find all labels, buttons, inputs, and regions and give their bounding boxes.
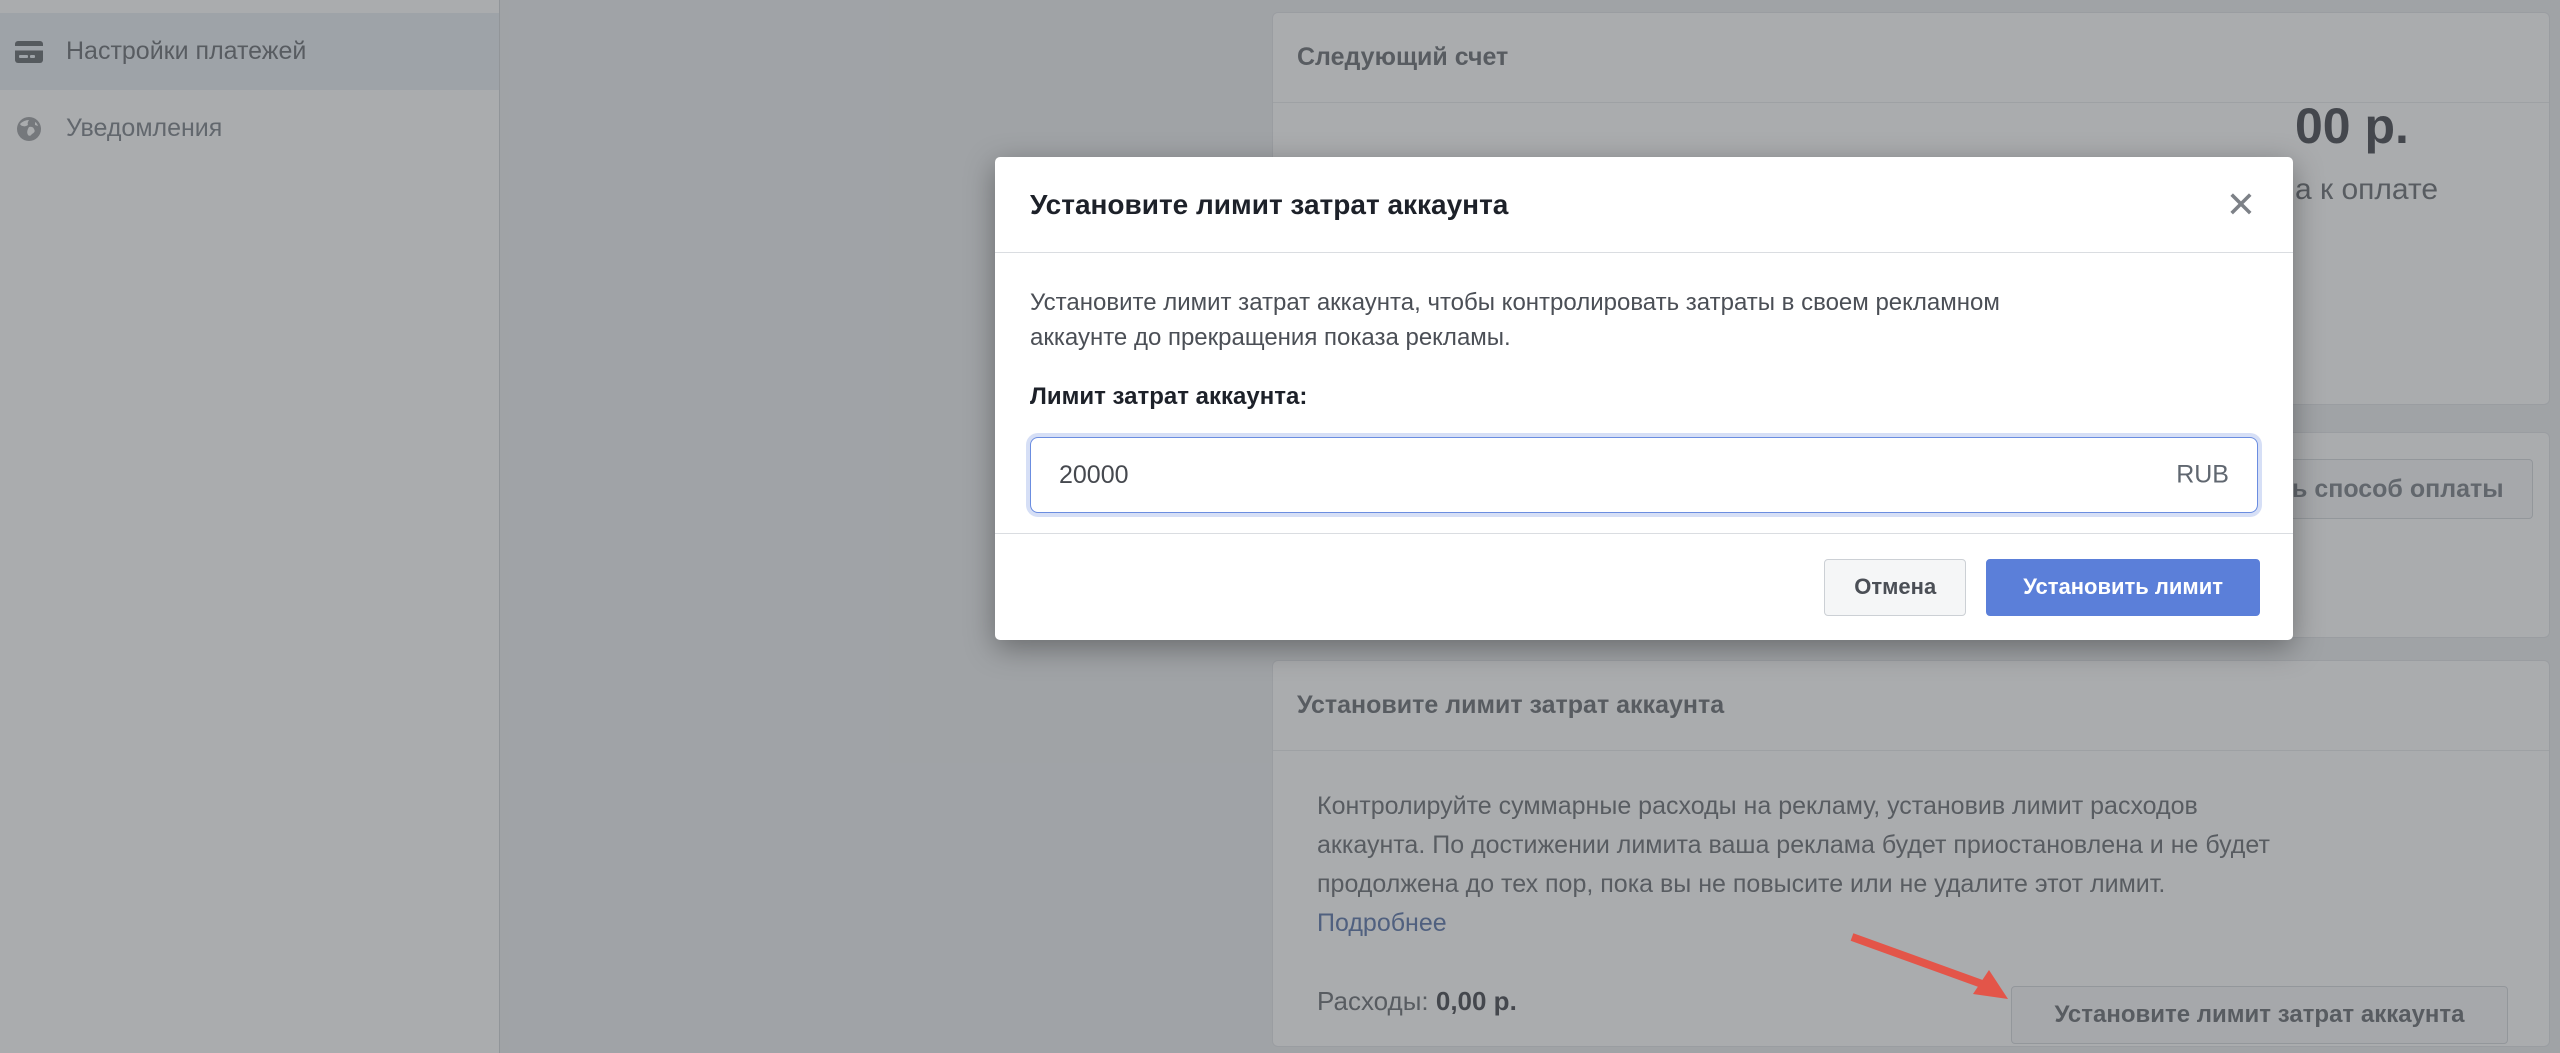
modal-header: Установите лимит затрат аккаунта ✕ <box>995 157 2293 253</box>
modal-title: Установите лимит затрат аккаунта <box>1030 189 1508 221</box>
modal-description: Установите лимит затрат аккаунта, чтобы … <box>1030 285 2258 355</box>
currency-suffix: RUB <box>2176 461 2229 490</box>
modal-description-line: аккаунте до прекращения показа рекламы. <box>1030 320 2258 355</box>
limit-input-wrap: RUB <box>1030 437 2258 513</box>
modal-body: Установите лимит затрат аккаунта, чтобы … <box>995 253 2293 513</box>
modal-footer: Отмена Установить лимит <box>995 533 2293 640</box>
close-icon[interactable]: ✕ <box>2219 181 2263 229</box>
limit-amount-input[interactable] <box>1031 438 2257 512</box>
limit-input-label: Лимит затрат аккаунта: <box>1030 383 2258 411</box>
set-limit-submit-button[interactable]: Установить лимит <box>1986 559 2260 616</box>
cancel-button[interactable]: Отмена <box>1824 559 1966 616</box>
set-limit-modal: Установите лимит затрат аккаунта ✕ Устан… <box>995 157 2293 640</box>
modal-description-line: Установите лимит затрат аккаунта, чтобы … <box>1030 285 2258 320</box>
